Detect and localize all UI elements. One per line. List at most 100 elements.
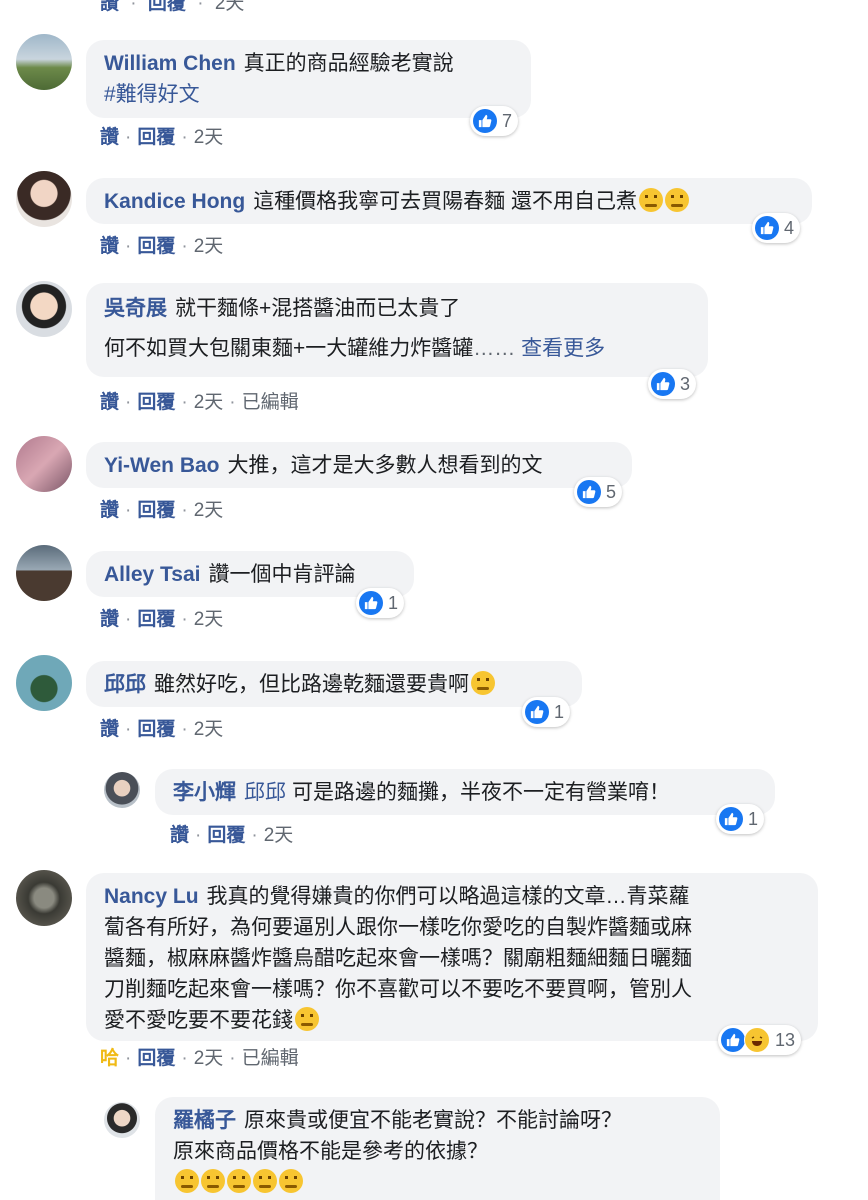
avatar[interactable] <box>16 655 72 711</box>
comment-bubble: 李小輝 邱邱 可是路邊的麵攤，半夜不一定有營業唷！ <box>155 769 775 815</box>
like-link[interactable]: 讚 <box>100 500 119 521</box>
like-reaction-icon <box>719 807 743 831</box>
like-reaction-icon <box>721 1028 745 1052</box>
comment-text-line: 刀削麵吃起來會一樣嗎？你不喜歡可以不要吃不要買啊，管別人 <box>104 978 692 1001</box>
reaction-number: 1 <box>554 701 565 722</box>
comment-author[interactable]: Yi-Wen Bao <box>104 454 220 477</box>
avatar[interactable] <box>16 171 72 227</box>
ellipsis: …… <box>473 337 516 360</box>
confused-emoji-icon <box>639 188 664 212</box>
rofl-emoji-icon <box>175 1169 199 1193</box>
reaction-number: 3 <box>680 373 691 394</box>
avatar[interactable] <box>104 772 140 808</box>
comment-bubble: Yi-Wen Bao 大推，這才是大多數人想看到的文 <box>86 442 632 488</box>
reply-link[interactable]: 回覆 <box>137 236 175 257</box>
avatar[interactable] <box>16 34 72 90</box>
avatar[interactable] <box>16 545 72 601</box>
comment-author[interactable]: 吳奇展 <box>104 297 167 320</box>
comment-author[interactable]: 李小輝 <box>173 781 236 804</box>
haha-reaction-link[interactable]: 哈 <box>100 1048 119 1069</box>
comment-actions: 讚 · 回覆 · 2天 <box>100 609 224 630</box>
comment-author[interactable]: William Chen <box>104 52 236 75</box>
reaction-count[interactable]: 7 <box>470 106 519 136</box>
comment-author[interactable]: Alley Tsai <box>104 563 201 586</box>
timestamp[interactable]: 2天 <box>194 719 224 740</box>
reply-link[interactable]: 回覆 <box>148 0 186 14</box>
timestamp[interactable]: 2天 <box>194 236 224 257</box>
comment-text: 真正的商品經驗老實說 <box>243 52 454 75</box>
reply-link[interactable]: 回覆 <box>137 1048 175 1069</box>
reaction-count[interactable]: 3 <box>648 369 697 399</box>
comment-text: 可是路邊的麵攤，半夜不一定有營業唷！ <box>292 781 670 804</box>
comment-author[interactable]: 邱邱 <box>104 673 146 696</box>
avatar[interactable] <box>16 870 72 926</box>
hashtag-link[interactable]: #難得好文 <box>104 83 200 106</box>
reply-link[interactable]: 回覆 <box>137 127 175 148</box>
comment-author[interactable]: Nancy Lu <box>104 885 199 908</box>
timestamp[interactable]: 2天 <box>194 392 224 413</box>
grin-sweat-emoji-icon <box>471 671 495 695</box>
timestamp[interactable]: 2天 <box>215 0 245 14</box>
reaction-count[interactable]: 1 <box>356 588 405 618</box>
comment-text: 雖然好吃，但比路邊乾麵還要貴啊 <box>154 673 469 696</box>
timestamp[interactable]: 2天 <box>194 609 224 630</box>
comment-text: 大推，這才是大多數人想看到的文 <box>227 454 543 477</box>
reaction-number: 13 <box>775 1029 796 1050</box>
like-reaction-icon <box>359 591 383 615</box>
see-more-link[interactable]: 查看更多 <box>521 337 605 360</box>
reaction-count[interactable]: 5 <box>574 477 623 507</box>
timestamp[interactable]: 2天 <box>194 1048 224 1069</box>
comment-text: 這種價格我寧可去買陽春麵 還不用自己煮 <box>253 190 638 213</box>
edited-link[interactable]: 已編輯 <box>242 392 299 413</box>
edited-link[interactable]: 已編輯 <box>242 1048 299 1069</box>
like-link[interactable]: 讚 <box>100 609 119 630</box>
reply-link[interactable]: 回覆 <box>207 825 245 846</box>
reaction-number: 7 <box>502 110 513 131</box>
comment-text-line: 醬麵，椒麻麻醬炸醬烏醋吃起來會一樣嗎？關廟粗麵細麵日曬麵 <box>104 947 692 970</box>
reply-link[interactable]: 回覆 <box>137 500 175 521</box>
like-link[interactable]: 讚 <box>100 236 119 257</box>
comment-actions: 讚 · 回覆 · 2天 <box>100 127 224 148</box>
comment-text: 我真的覺得嫌貴的你們可以略過這樣的文章…青菜蘿 <box>206 885 690 908</box>
comment-actions: 哈 · 回覆 · 2天 · 已編輯 <box>100 1048 299 1069</box>
comment-bubble: 吳奇展 就干麵條+混搭醬油而已太貴了 何不如買大包關東麵+一大罐維力炸醬罐…… 查… <box>86 283 708 377</box>
comment-text: 讚一個中肯評論 <box>208 563 356 586</box>
confused-emoji-icon <box>665 188 690 212</box>
timestamp[interactable]: 2天 <box>194 500 224 521</box>
comment-author[interactable]: 羅橘子 <box>173 1109 236 1132</box>
like-reaction-icon <box>651 372 675 396</box>
like-link[interactable]: 讚 <box>100 0 119 14</box>
timestamp[interactable]: 2天 <box>264 825 294 846</box>
reaction-count[interactable]: 4 <box>752 213 801 243</box>
rofl-emoji-icon <box>279 1169 303 1193</box>
rofl-emoji-icon <box>201 1169 225 1193</box>
comment-text-line2: 原來商品價格不能是參考的依據？ <box>173 1140 488 1163</box>
reply-link[interactable]: 回覆 <box>137 719 175 740</box>
comment-bubble: 羅橘子 原來貴或便宜不能老實說？不能討論呀？ 原來商品價格不能是參考的依據？ <box>155 1097 720 1200</box>
comment-text-line: 蔔各有所好，為何要逼別人跟你一樣吃你愛吃的自製炸醬麵或麻 <box>104 916 692 939</box>
comment-bubble: 邱邱 雖然好吃，但比路邊乾麵還要貴啊 <box>86 661 582 707</box>
like-link[interactable]: 讚 <box>100 392 119 413</box>
comment-text: 原來貴或便宜不能老實說？不能討論呀？ <box>244 1109 622 1132</box>
avatar[interactable] <box>16 436 72 492</box>
comment-author[interactable]: Kandice Hong <box>104 190 245 213</box>
reaction-number: 1 <box>388 592 399 613</box>
avatar[interactable] <box>104 1102 140 1138</box>
comment-actions: 讚 · 回覆 · 2天 · 已編輯 <box>100 392 299 413</box>
mention-link[interactable]: 邱邱 <box>244 781 286 804</box>
like-link[interactable]: 讚 <box>170 825 189 846</box>
reaction-count[interactable]: 1 <box>716 804 765 834</box>
timestamp[interactable]: 2天 <box>194 127 224 148</box>
like-link[interactable]: 讚 <box>100 719 119 740</box>
rofl-emoji-icon <box>253 1169 277 1193</box>
comment-actions-previous: 讚 · 回覆 · 2天 <box>100 0 244 15</box>
like-link[interactable]: 讚 <box>100 127 119 148</box>
comment-text-line: 愛不愛吃要不要花錢 <box>104 1009 293 1032</box>
reaction-number: 5 <box>606 481 617 502</box>
avatar[interactable] <box>16 281 72 337</box>
reaction-count[interactable]: 1 <box>522 697 571 727</box>
reply-link[interactable]: 回覆 <box>137 609 175 630</box>
reaction-count[interactable]: 13 <box>718 1025 802 1055</box>
reply-link[interactable]: 回覆 <box>137 392 175 413</box>
comment-actions: 讚 · 回覆 · 2天 <box>100 500 224 521</box>
